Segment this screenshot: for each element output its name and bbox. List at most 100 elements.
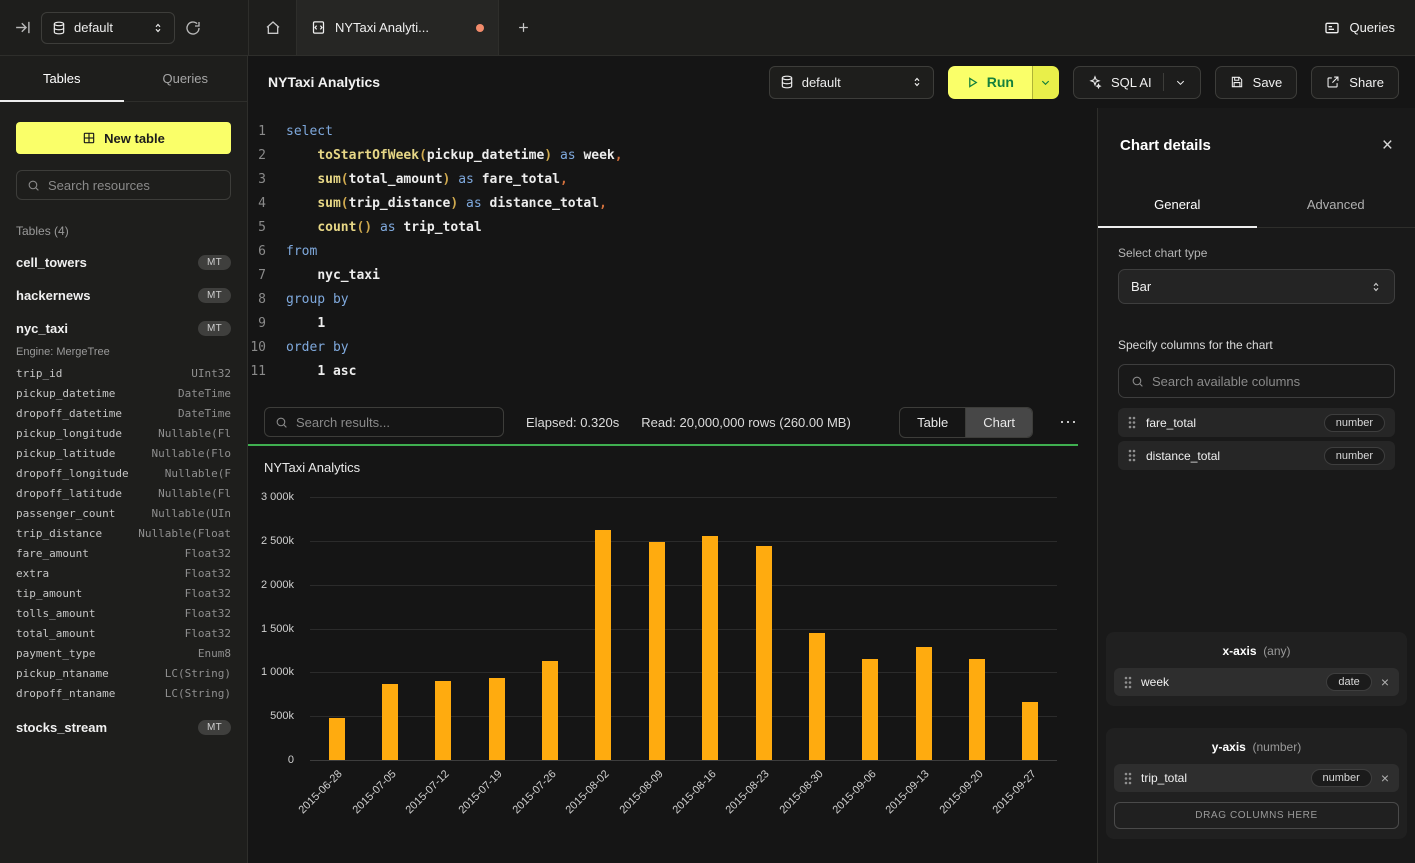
chart-bar[interactable] — [702, 536, 718, 760]
line-number: 3 — [248, 168, 286, 192]
chart-bar[interactable] — [542, 661, 558, 760]
queries-button[interactable]: Queries — [1324, 20, 1395, 36]
queries-button-label: Queries — [1349, 20, 1395, 35]
remove-x-column-icon[interactable]: × — [1381, 674, 1389, 690]
code-line[interactable]: 11 1 asc — [248, 360, 1097, 384]
chart-bar[interactable] — [756, 546, 772, 760]
available-column-row[interactable]: distance_totalnumber — [1118, 441, 1395, 470]
chart-bar[interactable] — [489, 678, 505, 760]
chart-bar[interactable] — [862, 659, 878, 760]
run-button-main[interactable]: Run — [948, 66, 1032, 99]
code-line[interactable]: 4 sum(trip_distance) as distance_total, — [248, 192, 1097, 216]
column-row: total_amountFloat32 — [16, 623, 231, 643]
column-type: Nullable(Fl — [158, 487, 231, 500]
remove-y-column-icon[interactable]: × — [1381, 770, 1389, 786]
collapse-sidebar-icon[interactable] — [14, 19, 31, 36]
chevron-down-icon[interactable] — [1175, 77, 1186, 88]
drag-handle-icon[interactable] — [1128, 449, 1136, 462]
chart-bar[interactable] — [1022, 702, 1038, 760]
drag-handle-icon[interactable] — [1128, 416, 1136, 429]
chart-details-tabs: General Advanced — [1098, 182, 1415, 228]
view-toggle: Table Chart — [899, 407, 1033, 438]
x-axis-chip[interactable]: week date × — [1114, 668, 1399, 696]
sidebar-search-input[interactable] — [48, 178, 220, 193]
chart-details-title: Chart details — [1120, 137, 1211, 154]
bar-slot — [950, 497, 1003, 760]
chart-bar[interactable] — [809, 633, 825, 760]
database-selector[interactable]: default — [41, 12, 175, 44]
code-line[interactable]: 7 nyc_taxi — [248, 264, 1097, 288]
column-row: pickup_ntanameLC(String) — [16, 663, 231, 683]
column-type: Float32 — [185, 547, 231, 560]
code-line[interactable]: 3 sum(total_amount) as fare_total, — [248, 168, 1097, 192]
line-number: 8 — [248, 288, 286, 312]
drag-handle-icon[interactable] — [1124, 772, 1132, 785]
chart-plot: 3 000k2 500k2 000k1 500k1 000k500k0 — [310, 497, 1057, 760]
code-line[interactable]: 10order by — [248, 336, 1097, 360]
sidebar-search — [16, 170, 231, 200]
sql-ai-button[interactable]: SQL AI — [1073, 66, 1201, 99]
refresh-icon[interactable] — [185, 20, 201, 36]
drag-columns-dropzone[interactable]: DRAG COLUMNS HERE — [1114, 802, 1399, 829]
available-column-row[interactable]: fare_totalnumber — [1118, 408, 1395, 437]
results-search-input[interactable] — [296, 415, 493, 430]
sidebar-tab-queries[interactable]: Queries — [124, 56, 248, 101]
columns-search — [1118, 364, 1395, 398]
query-header: NYTaxi Analytics default Run — [248, 56, 1415, 108]
home-tab[interactable] — [249, 0, 297, 55]
chart-bar[interactable] — [969, 659, 985, 760]
chart-bar[interactable] — [435, 681, 451, 760]
drag-handle-icon[interactable] — [1124, 676, 1132, 689]
sidebar: Tables Queries New table Tables (4) cell… — [0, 56, 248, 863]
column-name: dropoff_ntaname — [16, 687, 115, 700]
chart-bar[interactable] — [329, 718, 345, 760]
new-table-button[interactable]: New table — [16, 122, 231, 154]
bar-slot — [630, 497, 683, 760]
chart-type-select[interactable]: Bar — [1118, 269, 1395, 304]
share-icon — [1326, 75, 1340, 89]
code-line[interactable]: 1select — [248, 120, 1097, 144]
home-icon — [265, 20, 281, 36]
available-column-type: number — [1324, 447, 1385, 465]
tab-general[interactable]: General — [1098, 182, 1257, 227]
code-line[interactable]: 2 toStartOfWeek(pickup_datetime) as week… — [248, 144, 1097, 168]
column-type: Float32 — [185, 587, 231, 600]
column-name: extra — [16, 567, 49, 580]
table-row[interactable]: hackernewsMT — [16, 279, 231, 312]
button-divider — [1163, 73, 1164, 91]
sidebar-tab-tables[interactable]: Tables — [0, 56, 124, 101]
chart-bar[interactable] — [649, 542, 665, 760]
run-button[interactable]: Run — [948, 66, 1059, 99]
view-toggle-chart[interactable]: Chart — [965, 408, 1032, 437]
chart-bar[interactable] — [916, 647, 932, 760]
chart-bar[interactable] — [595, 530, 611, 760]
save-button[interactable]: Save — [1215, 66, 1298, 99]
column-name: pickup_longitude — [16, 427, 122, 440]
chart-details-body: Select chart type Bar Specify columns fo… — [1098, 228, 1415, 470]
code-line[interactable]: 8group by — [248, 288, 1097, 312]
code-line[interactable]: 6from — [248, 240, 1097, 264]
more-icon[interactable]: ⋯ — [1055, 412, 1081, 433]
bar-slot — [523, 497, 576, 760]
columns-search-input[interactable] — [1152, 374, 1382, 389]
close-icon[interactable]: × — [1382, 136, 1393, 155]
tab-nytaxi-analytics[interactable]: NYTaxi Analyti... — [297, 0, 499, 55]
view-toggle-table[interactable]: Table — [900, 408, 965, 437]
query-database-selector[interactable]: default — [769, 66, 934, 99]
new-table-icon — [82, 131, 96, 145]
tab-advanced[interactable]: Advanced — [1257, 182, 1415, 227]
table-row[interactable]: nyc_taxiMT — [16, 312, 231, 345]
y-axis-chip[interactable]: trip_total number × — [1114, 764, 1399, 792]
chart-bar[interactable] — [382, 684, 398, 760]
sql-editor[interactable]: 1select2 toStartOfWeek(pickup_datetime) … — [248, 108, 1097, 384]
column-type: UInt32 — [191, 367, 231, 380]
code-line[interactable]: 5 count() as trip_total — [248, 216, 1097, 240]
new-table-button-label: New table — [104, 131, 165, 146]
table-row[interactable]: cell_towersMT — [16, 246, 231, 279]
available-columns: fare_totalnumber distance_totalnumber — [1118, 408, 1395, 470]
table-row[interactable]: stocks_streamMT — [16, 711, 231, 744]
code-line[interactable]: 9 1 — [248, 312, 1097, 336]
run-options-caret[interactable] — [1032, 66, 1059, 99]
new-tab-button[interactable] — [499, 0, 547, 55]
share-button[interactable]: Share — [1311, 66, 1399, 99]
